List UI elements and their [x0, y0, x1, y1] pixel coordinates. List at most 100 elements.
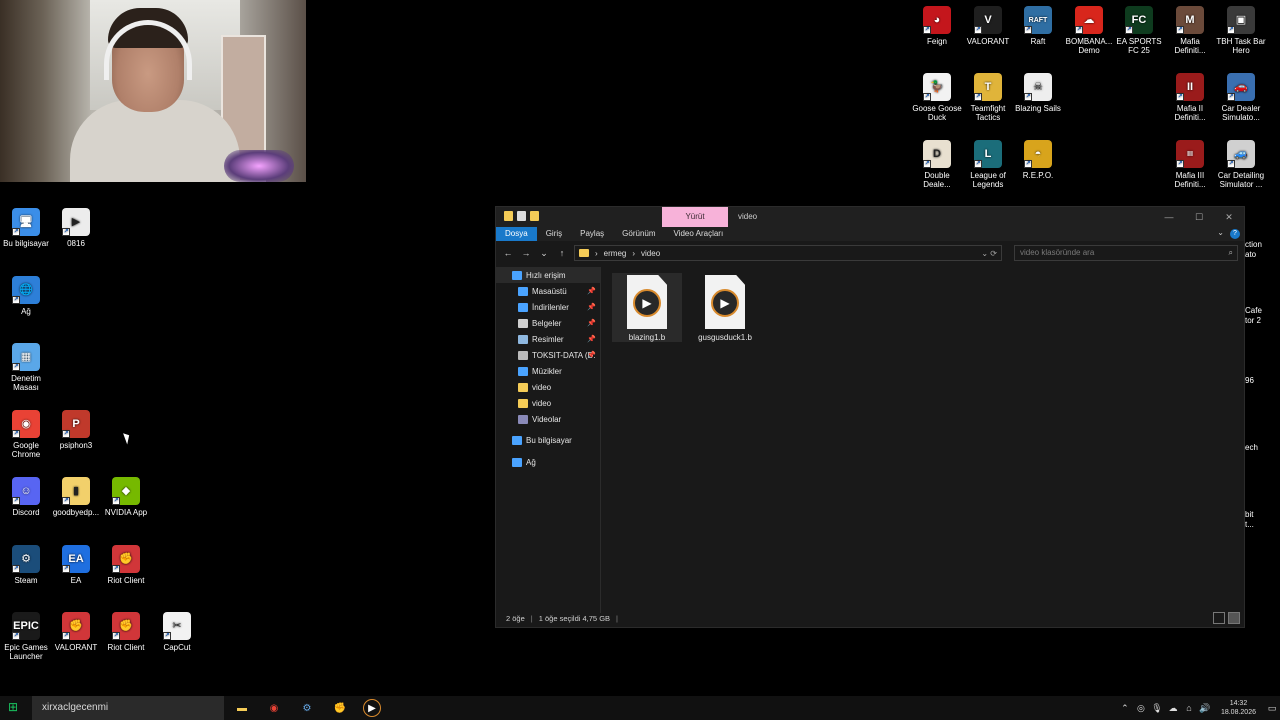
desktop-icon-goose-goose-duck[interactable]: 🦆 ↗ Goose Goose Duck — [911, 73, 963, 122]
folder-icon[interactable] — [504, 211, 513, 221]
nav-item-a[interactable]: Ağ — [496, 454, 600, 470]
partially-hidden-icon-label[interactable]: ech — [1245, 443, 1258, 452]
new-folder-icon[interactable] — [530, 211, 539, 221]
desktop-icon-ea-sports-fc-25[interactable]: FC ↗ EA SPORTS FC 25 — [1113, 6, 1165, 55]
desktop-icon-mafia-definiti[interactable]: M ↗ Mafia Definiti... — [1164, 6, 1216, 55]
volume-icon[interactable]: 🔊 — [1197, 703, 1213, 714]
desktop-icon-discord[interactable]: ☺ ↗ Discord — [0, 477, 52, 517]
desktop-icon-r-e-p-o[interactable]: ◓ ↗ R.E.P.O. — [1012, 140, 1064, 180]
desktop-icon-a[interactable]: 🌐 ↗ Ağ — [0, 276, 52, 316]
partially-hidden-icon-label[interactable]: Cafe — [1245, 306, 1262, 315]
large-icons-view-icon[interactable] — [1228, 612, 1240, 624]
partially-hidden-icon-label[interactable]: ction — [1245, 240, 1262, 249]
minimize-button[interactable]: — — [1154, 207, 1184, 227]
nav-item-belgeler[interactable]: Belgeler 📌 — [496, 315, 600, 331]
notifications-icon[interactable]: ▭ — [1264, 703, 1280, 714]
address-bar[interactable]: › ermeg › video ⌄ ⟳ — [574, 245, 1002, 261]
tab-file[interactable]: Dosya — [496, 227, 537, 241]
desktop-icon-goodbyedp[interactable]: ▮ ↗ goodbyedp... — [50, 477, 102, 517]
breadcrumb-video[interactable]: video — [641, 249, 660, 258]
breadcrumb-ermeg[interactable]: ermeg — [604, 249, 627, 258]
desktop-icon-0816[interactable]: ▶ ↗ 0816 — [50, 208, 102, 248]
expand-ribbon-icon[interactable]: ⌄ — [1217, 228, 1224, 237]
close-button[interactable]: ✕ — [1214, 207, 1244, 227]
back-button[interactable]: ← — [502, 248, 514, 258]
media-player-taskbar-icon[interactable]: ▶ — [363, 699, 381, 717]
recent-locations-button[interactable]: ⌄ — [538, 248, 550, 259]
desktop-icon-riot-client[interactable]: ✊ ↗ Riot Client — [100, 612, 152, 652]
file-item[interactable]: ▶ gusgusduck1.b — [690, 273, 760, 342]
desktop-icon-valorant[interactable]: ✊ ↗ VALORANT — [50, 612, 102, 652]
desktop-icon-steam[interactable]: ⚙ ↗ Steam — [0, 545, 52, 585]
nav-item-toksit-data-d[interactable]: TOKSIT-DATA (D: 📌 — [496, 347, 600, 363]
desktop-icon-ea[interactable]: EA ↗ EA — [50, 545, 102, 585]
desktop-icon-mafia-ii-definiti[interactable]: II ↗ Mafia II Definiti... — [1164, 73, 1216, 122]
desktop-icon-raft[interactable]: RAFT ↗ Raft — [1012, 6, 1064, 46]
nav-item-video[interactable]: video — [496, 379, 600, 395]
partially-hidden-icon-label[interactable]: 96 — [1245, 376, 1254, 385]
cloud-icon[interactable]: ☁ — [1165, 703, 1181, 714]
nav-item-bu-bilgisayar[interactable]: Bu bilgisayar — [496, 432, 600, 448]
desktop-icon-epic-games-launcher[interactable]: EPIC ↗ Epic Games Launcher — [0, 612, 52, 661]
chrome-taskbar-icon[interactable]: ◉ — [265, 699, 283, 717]
start-icon[interactable]: ⊞ — [8, 700, 24, 716]
desktop-icon-capcut[interactable]: ✂ ↗ CapCut — [151, 612, 203, 652]
riot-taskbar-icon[interactable]: ✊ — [331, 699, 349, 717]
desktop-icon-double-deale[interactable]: D ↗ Double Deale... — [911, 140, 963, 189]
forward-button[interactable]: → — [520, 248, 532, 258]
network-icon[interactable]: ⌂ — [1181, 703, 1197, 713]
desktop-icon-league-of-legends[interactable]: L ↗ League of Legends — [962, 140, 1014, 189]
desktop-icon-psiphon3[interactable]: P ↗ psiphon3 — [50, 410, 102, 450]
view-switcher[interactable] — [1213, 612, 1240, 624]
desktop-icon-nvidia-app[interactable]: ◆ ↗ NVIDIA App — [100, 477, 152, 517]
title-bar[interactable]: Yürüt video — ☐ ✕ — [496, 207, 1244, 227]
desktop-icon-feign[interactable]: ◕ ↗ Feign — [911, 6, 963, 46]
desktop-icon-teamfight-tactics[interactable]: T ↗ Teamfight Tactics — [962, 73, 1014, 122]
partially-hidden-icon-label[interactable]: t... — [1245, 520, 1254, 529]
desktop-icon-riot-client[interactable]: ✊ ↗ Riot Client — [100, 545, 152, 585]
nav-item-video[interactable]: video — [496, 395, 600, 411]
nav-item-videolar[interactable]: Videolar — [496, 411, 600, 427]
properties-icon[interactable] — [517, 211, 526, 221]
tab-share[interactable]: Paylaş — [571, 227, 613, 241]
desktop-icon-bu-bilgisayar[interactable]: 🖥 ↗ Bu bilgisayar — [0, 208, 52, 248]
show-hidden-icons[interactable]: ⌃ — [1117, 703, 1133, 714]
file-item[interactable]: ▶ blazing1.b — [612, 273, 682, 342]
file-explorer-window[interactable]: Yürüt video — ☐ ✕ Dosya Giriş Paylaş Gör… — [495, 206, 1245, 628]
details-view-icon[interactable] — [1213, 612, 1225, 624]
steam-taskbar-icon[interactable]: ⚙ — [298, 699, 316, 717]
refresh-icon[interactable]: ⌄ ⟳ — [981, 249, 997, 258]
webcam-tray-icon[interactable]: ◎ — [1133, 703, 1149, 714]
desktop-icon-mafia-iii-definiti[interactable]: III ↗ Mafia III Definiti... — [1164, 140, 1216, 189]
partially-hidden-icon-label[interactable]: bit — [1245, 510, 1253, 519]
tab-home[interactable]: Giriş — [537, 227, 571, 241]
partially-hidden-icon-label[interactable]: ato — [1245, 250, 1256, 259]
clock[interactable]: 14:32 18.08.2026 — [1213, 699, 1264, 717]
nav-item-h-zl-eri-im[interactable]: Hızlı erişim — [496, 267, 600, 283]
nav-item-masa-st[interactable]: Masaüstü 📌 — [496, 283, 600, 299]
desktop-icon-blazing-sails[interactable]: ☠ ↗ Blazing Sails — [1012, 73, 1064, 113]
file-explorer-taskbar-icon[interactable]: ▬ — [233, 699, 251, 717]
nav-item-m-zikler[interactable]: Müzikler — [496, 363, 600, 379]
desktop-icon-car-detailing-simulator[interactable]: 🚙 ↗ Car Detailing Simulator ... — [1215, 140, 1267, 189]
desktop-icon-tbh-task-bar-hero[interactable]: ▣ ↗ TBH Task Bar Hero — [1215, 6, 1267, 55]
pin-icon: 📌 — [587, 304, 596, 311]
help-icon[interactable]: ? — [1230, 229, 1240, 239]
desktop-icon-car-dealer-simulato[interactable]: 🚗 ↗ Car Dealer Simulato... — [1215, 73, 1267, 122]
desktop-icon-valorant[interactable]: V ↗ VALORANT — [962, 6, 1014, 46]
microphone-icon[interactable]: 🎙 — [1149, 703, 1165, 714]
tab-video-tools[interactable]: Video Araçları — [665, 227, 733, 241]
nav-item-resimler[interactable]: Resimler 📌 — [496, 331, 600, 347]
search-input[interactable]: video klasöründe ara ⌕ — [1014, 245, 1238, 261]
desktop-icon-denetim-masas[interactable]: ▦ ↗ Denetim Masası — [0, 343, 52, 392]
up-button[interactable]: ↑ — [556, 248, 568, 258]
desktop-icon-google-chrome[interactable]: ◉ ↗ Google Chrome — [0, 410, 52, 459]
maximize-button[interactable]: ☐ — [1184, 207, 1214, 227]
quick-access-toolbar[interactable] — [504, 211, 539, 221]
contextual-tab-play[interactable]: Yürüt — [662, 207, 728, 227]
desktop-icon-bombana-demo[interactable]: ☁ ↗ BOMBANA... Demo — [1063, 6, 1115, 55]
partially-hidden-icon-label[interactable]: tor 2 — [1245, 316, 1261, 325]
tab-view[interactable]: Görünüm — [613, 227, 664, 241]
nav-item-i-ndirilenler[interactable]: İndirilenler 📌 — [496, 299, 600, 315]
taskbar-search-input[interactable]: xirxaclgecenmi — [32, 696, 224, 720]
